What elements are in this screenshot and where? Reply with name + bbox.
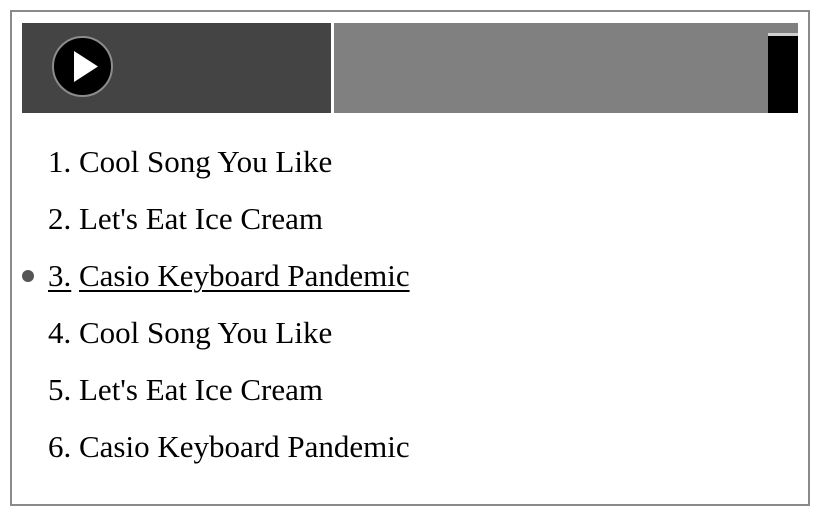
track-number: 4.	[48, 315, 72, 350]
play-button[interactable]	[52, 36, 113, 97]
playlist-item[interactable]: 6. Casio Keyboard Pandemic	[12, 418, 788, 475]
track-number: 1.	[48, 144, 72, 179]
playlist-item-current[interactable]: 3. Casio Keyboard Pandemic	[12, 247, 788, 304]
playlist-item[interactable]: 1. Cool Song You Like	[12, 133, 788, 190]
track-title: Cool Song You Like	[79, 315, 333, 350]
progress-track[interactable]	[334, 23, 768, 113]
current-track-bullet-icon	[22, 270, 34, 282]
track-title: Cool Song You Like	[79, 144, 333, 179]
track-number: 5.	[48, 372, 72, 407]
track-number: 6.	[48, 429, 72, 464]
playlist-item[interactable]: 2. Let's Eat Ice Cream	[12, 190, 788, 247]
player-controls	[22, 23, 331, 113]
track-title: Let's Eat Ice Cream	[79, 201, 323, 236]
track-number: 3.	[48, 258, 72, 293]
player-scrollbar[interactable]	[768, 23, 798, 113]
playlist: 1. Cool Song You Like 2. Let's Eat Ice C…	[12, 133, 788, 475]
play-icon	[74, 51, 98, 82]
scrollbar-cap-line	[768, 33, 798, 36]
track-title: Casio Keyboard Pandemic	[79, 429, 410, 464]
audio-player-frame: 1. Cool Song You Like 2. Let's Eat Ice C…	[10, 10, 810, 506]
scrollbar-cap	[768, 23, 798, 33]
audio-player	[22, 23, 798, 113]
playlist-item[interactable]: 5. Let's Eat Ice Cream	[12, 361, 788, 418]
track-number: 2.	[48, 201, 72, 236]
track-title: Let's Eat Ice Cream	[79, 372, 323, 407]
playlist-item[interactable]: 4. Cool Song You Like	[12, 304, 788, 361]
track-title: Casio Keyboard Pandemic	[79, 258, 410, 293]
